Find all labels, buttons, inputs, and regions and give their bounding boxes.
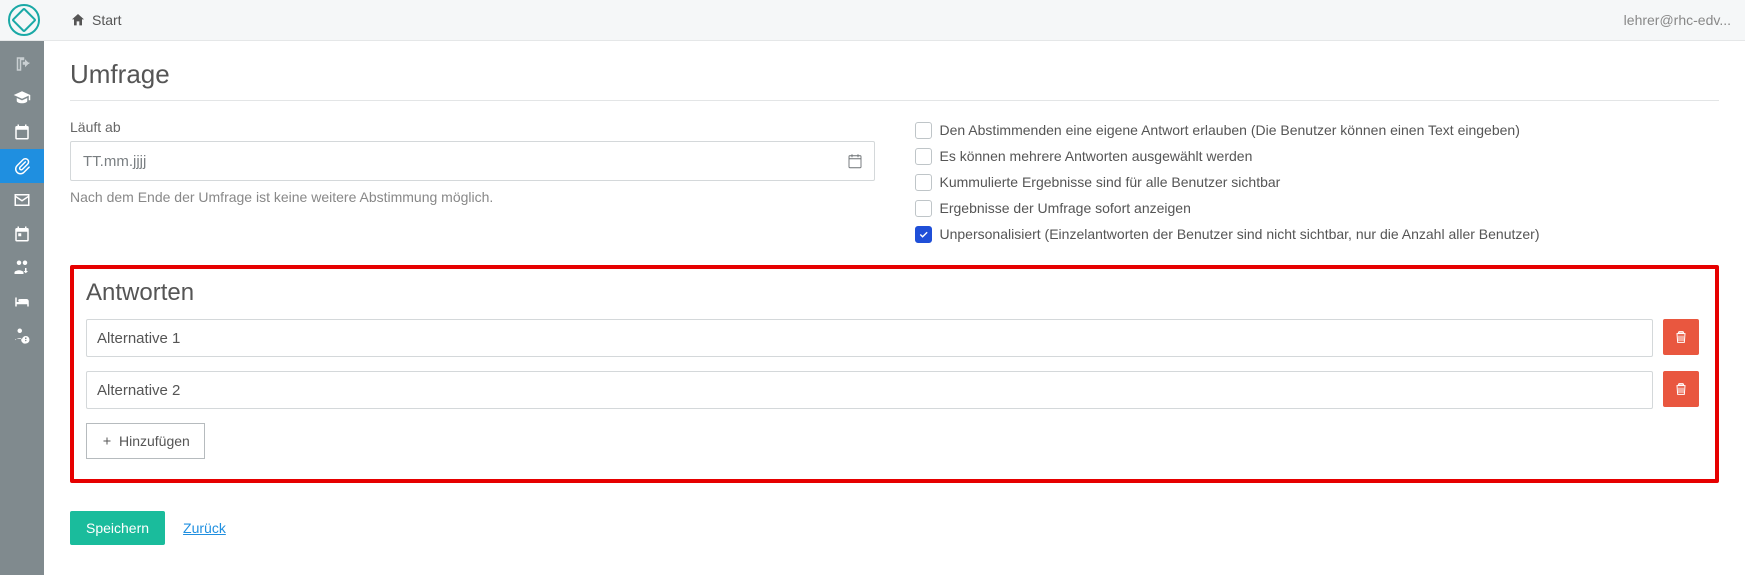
sidebar (0, 41, 44, 575)
expires-hint: Nach dem Ende der Umfrage ist keine weit… (70, 189, 875, 205)
expires-label: Läuft ab (70, 119, 875, 135)
form-actions: Speichern Zurück (70, 511, 1719, 545)
trash-icon (1673, 381, 1689, 397)
calendar-picker-icon[interactable] (846, 152, 864, 170)
person-help-icon (13, 327, 31, 345)
divider (70, 100, 1719, 101)
graduation-cap-icon (13, 89, 31, 107)
topbar: Start lehrer@rhc-edv... (0, 0, 1745, 41)
checkbox-icon[interactable] (915, 226, 932, 243)
breadcrumb-start-label: Start (92, 12, 122, 28)
calendar-icon (13, 123, 31, 141)
sidebar-item-calendar[interactable] (0, 115, 44, 149)
answer-row (86, 319, 1699, 357)
logout-icon (13, 55, 31, 73)
sidebar-item-bed[interactable] (0, 285, 44, 319)
sidebar-item-help[interactable] (0, 319, 44, 353)
sidebar-item-mail[interactable] (0, 183, 44, 217)
option-label: Den Abstimmenden eine eigene Antwort erl… (940, 121, 1520, 139)
delete-answer-button[interactable] (1663, 371, 1699, 407)
breadcrumb-start[interactable]: Start (70, 12, 122, 28)
expires-input[interactable] (81, 152, 846, 171)
sidebar-item-people[interactable] (0, 251, 44, 285)
answer-row (86, 371, 1699, 409)
checkbox-icon[interactable] (915, 148, 932, 165)
delete-answer-button[interactable] (1663, 319, 1699, 355)
answers-title: Antworten (86, 279, 1699, 307)
page-title: Umfrage (70, 59, 1719, 90)
checkbox-icon[interactable] (915, 174, 932, 191)
sidebar-item-schedule[interactable] (0, 217, 44, 251)
sidebar-item-education[interactable] (0, 81, 44, 115)
answers-section: Antworten Hinzufügen (70, 265, 1719, 483)
envelope-icon (13, 191, 31, 209)
option-multiple-answers[interactable]: Es können mehrere Antworten ausgewählt w… (915, 147, 1720, 165)
option-label: Ergebnisse der Umfrage sofort anzeigen (940, 199, 1191, 217)
app-logo (8, 4, 40, 36)
back-link[interactable]: Zurück (183, 520, 226, 536)
user-label[interactable]: lehrer@rhc-edv... (1624, 12, 1731, 28)
people-arrows-icon (13, 259, 31, 277)
paperclip-icon (13, 157, 31, 175)
sidebar-item-logout[interactable] (0, 47, 44, 81)
bed-icon (13, 293, 31, 311)
option-show-results-immediately[interactable]: Ergebnisse der Umfrage sofort anzeigen (915, 199, 1720, 217)
option-label: Unpersonalisiert (Einzelantworten der Be… (940, 225, 1540, 243)
checkbox-icon[interactable] (915, 200, 932, 217)
options-column: Den Abstimmenden eine eigene Antwort erl… (915, 119, 1720, 251)
expires-input-wrap[interactable] (70, 141, 875, 181)
option-cumulative-visible[interactable]: Kummulierte Ergebnisse sind für alle Ben… (915, 173, 1720, 191)
option-label: Es können mehrere Antworten ausgewählt w… (940, 147, 1253, 165)
answer-input[interactable] (86, 319, 1653, 357)
add-answer-button[interactable]: Hinzufügen (86, 423, 205, 459)
save-button[interactable]: Speichern (70, 511, 165, 545)
option-label: Kummulierte Ergebnisse sind für alle Ben… (940, 173, 1281, 191)
option-unpersonalized[interactable]: Unpersonalisiert (Einzelantworten der Be… (915, 225, 1720, 243)
plus-icon (101, 435, 113, 447)
trash-icon (1673, 329, 1689, 345)
sidebar-item-attachment[interactable] (0, 149, 44, 183)
option-allow-own-answer[interactable]: Den Abstimmenden eine eigene Antwort erl… (915, 121, 1720, 139)
home-icon (70, 12, 86, 28)
checkbox-icon[interactable] (915, 122, 932, 139)
calendar-grid-icon (13, 225, 31, 243)
main-content: Umfrage Läuft ab Nach dem Ende der Umfra… (44, 41, 1745, 575)
answer-input[interactable] (86, 371, 1653, 409)
add-answer-label: Hinzufügen (119, 433, 190, 449)
